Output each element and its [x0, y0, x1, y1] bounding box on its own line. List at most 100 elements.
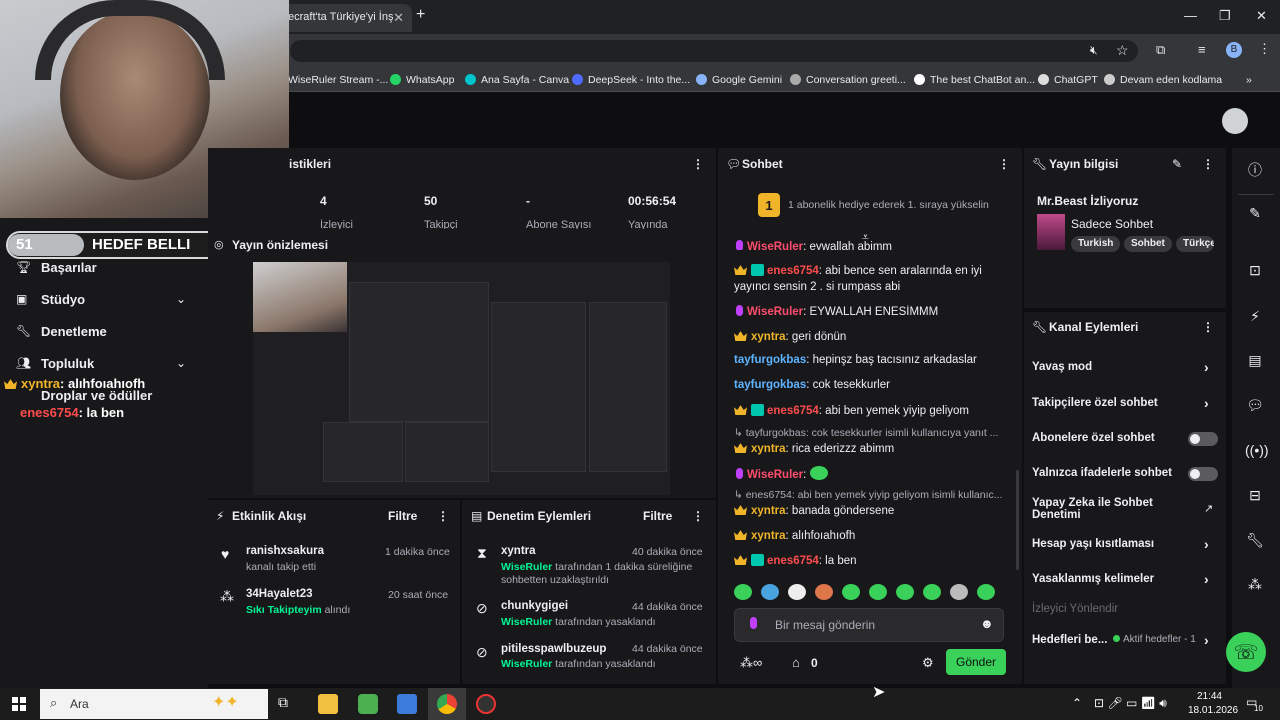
close-window-icon[interactable]: ✕: [1256, 8, 1267, 24]
subscribers-only-toggle[interactable]: [1188, 432, 1218, 446]
followers-only-action[interactable]: Takipçilere özel sohbet: [1032, 397, 1158, 409]
more-options-icon[interactable]: ⋮: [1202, 157, 1214, 171]
bits-icon[interactable]: ⁂∞: [740, 655, 762, 671]
emote-icon[interactable]: [977, 584, 995, 600]
more-options-icon[interactable]: ⋮: [1202, 320, 1214, 334]
bookmark-item[interactable]: DeepSeek - Into the...: [572, 74, 690, 86]
chat-placeholder[interactable]: Bir mesaj gönderin: [775, 618, 875, 632]
stream-category[interactable]: Sadece Sohbet: [1071, 217, 1153, 231]
minimize-icon[interactable]: —: [1184, 8, 1197, 23]
browser-tab[interactable]: ecraft'ta Türkiye'yi İnş ✕: [278, 4, 412, 32]
account-age-action[interactable]: Hesap yaşı kısıtlaması: [1032, 538, 1154, 550]
moderation-user[interactable]: pitilesspawlbuzeup: [501, 643, 606, 655]
layout-icon[interactable]: ⊟: [1245, 487, 1265, 507]
support-chat-button[interactable]: ☏: [1226, 632, 1266, 672]
windows-start-icon[interactable]: [12, 697, 26, 711]
lightning-icon[interactable]: ⚡︎: [1245, 308, 1265, 328]
sidebar-item-community[interactable]: Topluluk: [41, 356, 94, 371]
address-bar[interactable]: [290, 40, 1138, 62]
channel-points-icon[interactable]: ⌂: [792, 655, 800, 670]
info-icon[interactable]: ⓘ: [1245, 160, 1265, 180]
emote-icon[interactable]: [734, 584, 752, 600]
chat-settings-icon[interactable]: ⚙︎: [922, 655, 934, 671]
emote-icon[interactable]: [788, 584, 806, 600]
banned-words-action[interactable]: Yasaklanmış kelimeler: [1032, 573, 1154, 585]
emote-icon[interactable]: [923, 584, 941, 600]
chat-banner-text[interactable]: 1 abonelik hediye ederek 1. sıraya yükse…: [788, 199, 989, 211]
emoji-icon[interactable]: ☻: [980, 616, 994, 631]
bookmark-item[interactable]: WiseRuler Stream -...: [288, 74, 388, 86]
chevron-down-icon[interactable]: ⌄: [176, 356, 186, 370]
bookmark-item[interactable]: Conversation greeti...: [790, 74, 906, 86]
points-icon[interactable]: ⁂: [1245, 576, 1265, 596]
mute-site-icon[interactable]: 🔇︎: [1090, 43, 1098, 58]
moderation-filter-button[interactable]: Filtre: [643, 509, 672, 523]
activity-filter-button[interactable]: Filtre: [388, 509, 417, 523]
external-link-icon[interactable]: ↗: [1204, 502, 1213, 515]
bookmark-star-icon[interactable]: ☆: [1116, 42, 1129, 59]
close-tab-icon[interactable]: ✕: [393, 10, 404, 26]
send-button[interactable]: Gönder: [946, 649, 1006, 675]
more-options-icon[interactable]: ⋮: [692, 157, 704, 171]
media-control-icon[interactable]: ≡: [1198, 42, 1206, 57]
chat-scrollbar[interactable]: [1016, 470, 1019, 570]
store-icon[interactable]: [397, 694, 417, 714]
emote-icon[interactable]: [842, 584, 860, 600]
more-options-icon[interactable]: ⋮: [437, 509, 449, 523]
app-icon[interactable]: [358, 694, 378, 714]
chevron-down-icon[interactable]: ⌄: [176, 292, 186, 306]
emote-icon[interactable]: [815, 584, 833, 600]
tag[interactable]: Turkish: [1071, 236, 1121, 252]
bookmark-item[interactable]: ChatGPT: [1038, 74, 1098, 86]
sidebar-item-moderation[interactable]: Denetleme: [41, 324, 107, 339]
file-explorer-icon[interactable]: [318, 694, 338, 714]
chevron-right-icon[interactable]: ›: [1204, 571, 1209, 587]
task-view-icon[interactable]: ⧉: [278, 694, 298, 714]
moderation-user[interactable]: chunkygigei: [501, 600, 568, 612]
new-tab-button[interactable]: +: [416, 6, 425, 24]
sidebar-item-achievements[interactable]: Başarılar: [41, 260, 97, 275]
chevron-right-icon[interactable]: ›: [1204, 359, 1209, 375]
chat-icon[interactable]: 💬︎: [1245, 397, 1265, 417]
user-avatar[interactable]: [1222, 108, 1248, 134]
copilot-sparkle-icon[interactable]: ✦✦: [212, 692, 239, 712]
stream-preview[interactable]: [253, 262, 670, 495]
edit-icon[interactable]: ✎: [1172, 157, 1182, 171]
profile-avatar[interactable]: B: [1226, 42, 1242, 58]
more-options-icon[interactable]: ⋮: [692, 509, 704, 523]
tag[interactable]: Türkçe: [1176, 236, 1214, 252]
maximize-icon[interactable]: ❐: [1219, 8, 1231, 24]
moderation-user[interactable]: xyntra: [501, 545, 536, 557]
notes-icon[interactable]: ▤: [1245, 352, 1265, 372]
goals-action[interactable]: Hedefleri be...: [1032, 634, 1107, 646]
chevron-right-icon[interactable]: ›: [1204, 395, 1209, 411]
emote-icon[interactable]: [761, 584, 779, 600]
browser-menu-icon[interactable]: ⋮: [1258, 41, 1271, 57]
bookmark-item[interactable]: Google Gemini: [696, 74, 782, 86]
chevron-right-icon[interactable]: ›: [1204, 536, 1209, 552]
pencil-icon[interactable]: ✎: [1245, 205, 1265, 225]
activity-user[interactable]: ranishxsakura: [246, 545, 324, 557]
extensions-icon[interactable]: ⧉: [1156, 42, 1165, 58]
bookmark-item[interactable]: WhatsApp: [390, 74, 454, 86]
broadcast-icon[interactable]: ((•)): [1245, 442, 1269, 462]
more-options-icon[interactable]: ⋮: [998, 157, 1010, 171]
slow-mode-action[interactable]: Yavaş mod: [1032, 361, 1092, 373]
tag[interactable]: Sohbet: [1124, 236, 1172, 252]
emote-icon[interactable]: [896, 584, 914, 600]
chrome-icon[interactable]: [437, 694, 457, 714]
bookmark-item[interactable]: Ana Sayfa - Canva: [465, 74, 569, 86]
emote-icon[interactable]: [950, 584, 968, 600]
badge-mic-icon[interactable]: [750, 617, 757, 629]
emote-icon[interactable]: [869, 584, 887, 600]
chevron-right-icon[interactable]: ›: [1204, 632, 1209, 648]
clip-icon[interactable]: ⊡: [1245, 262, 1265, 282]
sidebar-item-studio[interactable]: Stüdyo: [41, 292, 85, 307]
emote-only-toggle[interactable]: [1188, 467, 1218, 481]
wrench-icon[interactable]: 🔧︎: [1245, 532, 1265, 552]
tray-chevron-icon[interactable]: ⌃: [1072, 696, 1082, 710]
bookmark-item[interactable]: The best ChatBot an...: [914, 74, 1035, 86]
ai-moderation-action[interactable]: Yapay Zeka ile Sohbet Denetimi: [1032, 497, 1182, 521]
more-bookmarks-icon[interactable]: »: [1246, 74, 1252, 86]
activity-user[interactable]: 34Hayalet23: [246, 588, 313, 600]
